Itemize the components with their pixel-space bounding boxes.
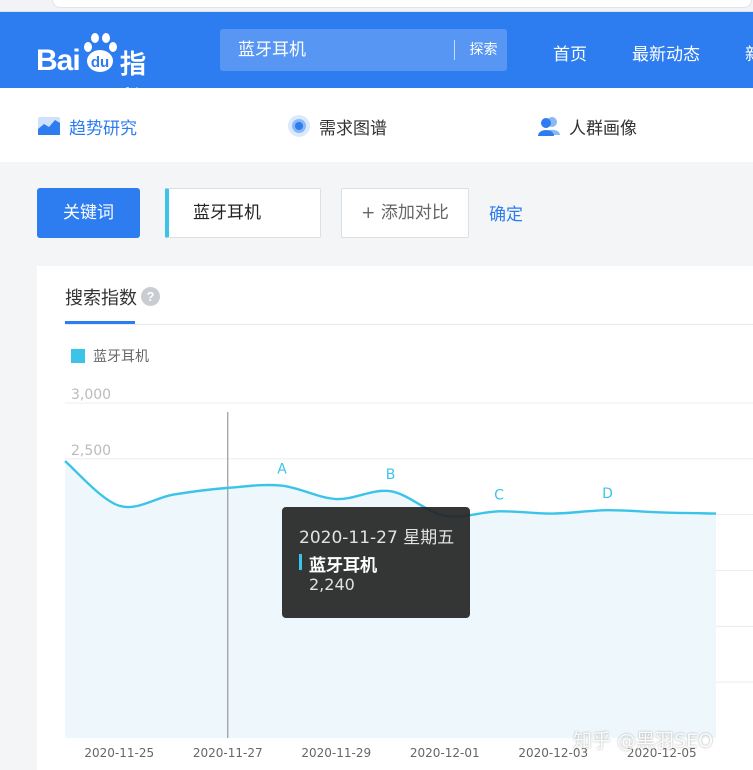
y-tick-label: 3,000 xyxy=(71,387,111,403)
y-tick-label: 2,500 xyxy=(71,443,111,459)
header-bar: Bai du 指数 蓝牙耳机 探索 首页 最新动态 新 xyxy=(0,12,753,117)
x-tick-label: 2020-11-27 xyxy=(193,746,263,760)
subnav-crowd-label: 人群画像 xyxy=(569,118,637,139)
chart-tooltip: 2020-11-27 星期五 蓝牙耳机 2,240 xyxy=(282,507,470,618)
x-tick-label: 2020-11-29 xyxy=(301,746,371,760)
keyword-input[interactable]: 蓝牙耳机 xyxy=(165,188,321,238)
add-compare-button[interactable]: + 添加对比 xyxy=(341,188,469,238)
tooltip-date: 2020-11-27 星期五 xyxy=(299,528,455,548)
subnav-demand[interactable]: 需求图谱 xyxy=(287,114,387,139)
annotation-b: B xyxy=(386,467,396,483)
radar-icon xyxy=(288,115,310,137)
confirm-link[interactable]: 确定 xyxy=(489,200,523,225)
subnav-crowd[interactable]: 人群画像 xyxy=(537,114,637,139)
paw-icon: du xyxy=(84,33,117,72)
trend-icon xyxy=(38,117,60,135)
subnav-trend[interactable]: 趋势研究 xyxy=(37,114,137,139)
tooltip-series: 蓝牙耳机 xyxy=(309,556,377,576)
zhihu-watermark: 知乎 @黑羽SEO xyxy=(573,730,714,752)
search-index-panel: 搜索指数 ? 蓝牙耳机 3,0002,5002,0001,5001,000500… xyxy=(37,266,753,770)
address-bar[interactable] xyxy=(52,0,752,8)
annotation-c: C xyxy=(494,487,504,503)
keyword-row: 关键词 蓝牙耳机 + 添加对比 确定 xyxy=(0,162,753,266)
tooltip-value: 2,240 xyxy=(309,575,355,594)
search-button[interactable]: 探索 xyxy=(460,29,507,71)
people-icon xyxy=(538,117,560,136)
annotation-a: A xyxy=(277,462,287,478)
search-input[interactable]: 蓝牙耳机 xyxy=(238,29,448,71)
baidu-index-logo[interactable]: Bai du 指数 xyxy=(36,30,166,117)
nav-latest[interactable]: 最新动态 xyxy=(632,40,700,65)
nav-next-truncated[interactable]: 新 xyxy=(745,40,753,65)
logo-du-text: du xyxy=(91,54,109,71)
search-separator xyxy=(454,40,455,60)
browser-top-strip xyxy=(0,0,753,12)
x-tick-label: 2020-11-25 xyxy=(84,746,154,760)
subnav-demand-label: 需求图谱 xyxy=(319,118,387,139)
subnav-trend-label: 趋势研究 xyxy=(69,118,137,139)
search-box: 蓝牙耳机 探索 xyxy=(220,29,507,71)
tooltip-series-marker xyxy=(299,554,302,570)
keyword-button[interactable]: 关键词 xyxy=(37,188,140,238)
logo-bai-text: Bai xyxy=(36,44,81,77)
sub-navigation: 趋势研究 需求图谱 人群画像 xyxy=(0,88,753,162)
nav-home[interactable]: 首页 xyxy=(553,40,587,65)
annotation-d: D xyxy=(602,486,613,502)
x-tick-label: 2020-12-01 xyxy=(410,746,480,760)
